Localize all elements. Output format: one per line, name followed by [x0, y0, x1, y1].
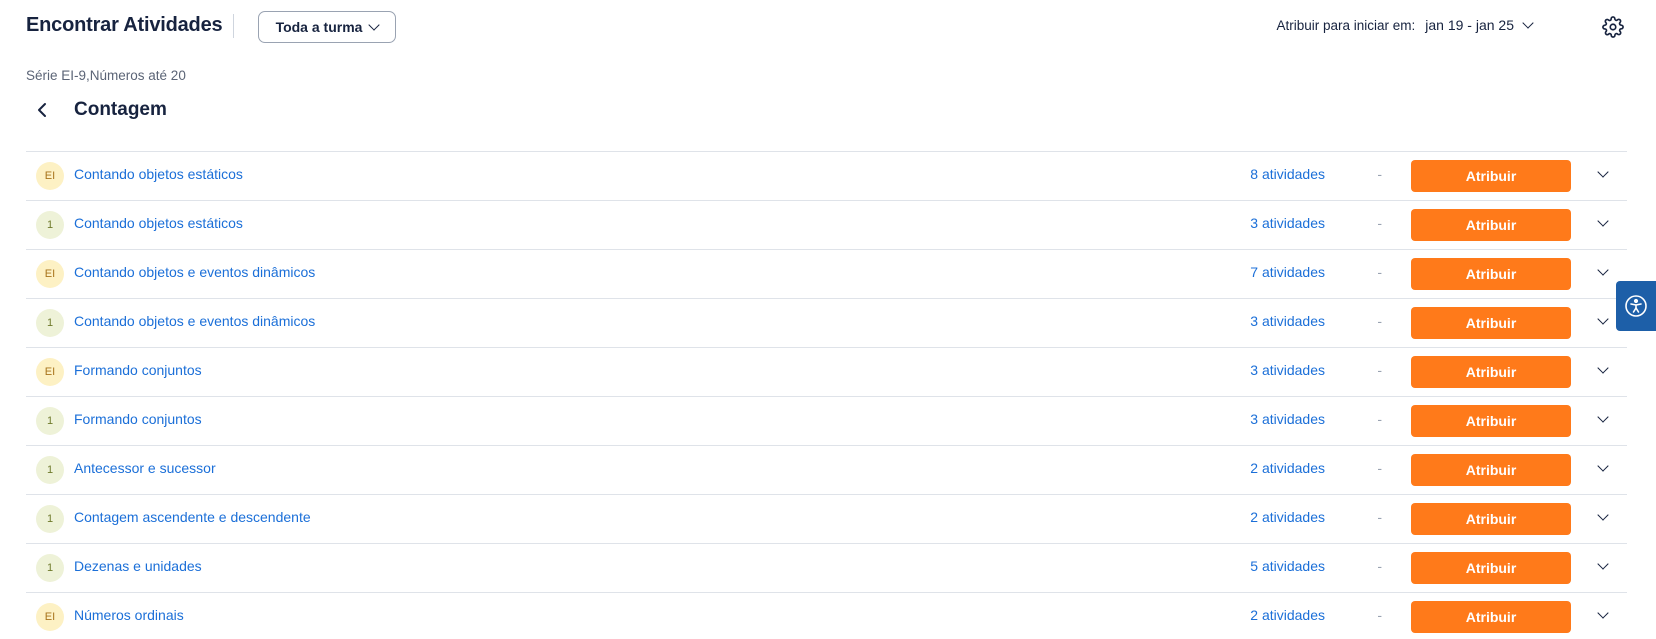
chevron-down-icon	[1597, 411, 1609, 423]
activity-list: EI Contando objetos estáticos 8 atividad…	[26, 151, 1627, 639]
app-title: Encontrar Atividades	[26, 14, 223, 36]
row-dash: -	[1377, 215, 1382, 231]
list-item: 1 Contagem ascendente e descendente 2 at…	[26, 495, 1627, 544]
topic-link[interactable]: Números ordinais	[74, 607, 184, 623]
chevron-down-icon	[368, 19, 381, 31]
level-badge: 1	[36, 456, 64, 484]
activity-count-link[interactable]: 5 atividades	[1250, 558, 1325, 574]
class-select-dropdown[interactable]: Toda a turma	[258, 11, 396, 43]
list-item: EI Contando objetos estáticos 8 atividad…	[26, 152, 1627, 201]
expand-toggle[interactable]	[1595, 362, 1611, 378]
chevron-down-icon	[1597, 509, 1609, 521]
expand-toggle[interactable]	[1595, 166, 1611, 182]
topic-link[interactable]: Contando objetos e eventos dinâmicos	[74, 313, 315, 329]
expand-toggle[interactable]	[1595, 264, 1611, 280]
topic-link[interactable]: Dezenas e unidades	[74, 558, 202, 574]
chevron-down-icon	[1597, 460, 1609, 472]
chevron-down-icon	[1597, 215, 1609, 227]
date-range-dropdown[interactable]: jan 19 - jan 25	[1425, 17, 1534, 33]
level-badge: EI	[36, 358, 64, 386]
row-dash: -	[1377, 166, 1382, 182]
row-dash: -	[1377, 362, 1382, 378]
date-range-value: jan 19 - jan 25	[1425, 17, 1514, 33]
page: Encontrar Atividades Toda a turma Atribu…	[0, 0, 1656, 639]
chevron-down-icon	[1597, 313, 1609, 325]
assign-button[interactable]: Atribuir	[1411, 356, 1571, 388]
assign-button[interactable]: Atribuir	[1411, 209, 1571, 241]
topic-link[interactable]: Formando conjuntos	[74, 411, 202, 427]
level-badge: 1	[36, 407, 64, 435]
list-item: 1 Formando conjuntos 3 atividades - Atri…	[26, 397, 1627, 446]
row-dash: -	[1377, 558, 1382, 574]
header-divider	[233, 14, 234, 38]
assign-start-label: Atribuir para iniciar em:	[1276, 17, 1416, 33]
activity-count-link[interactable]: 3 atividades	[1250, 411, 1325, 427]
topic-link[interactable]: Antecessor e sucessor	[74, 460, 216, 476]
expand-toggle[interactable]	[1595, 607, 1611, 623]
list-item: 1 Contando objetos e eventos dinâmicos 3…	[26, 299, 1627, 348]
row-dash: -	[1377, 509, 1382, 525]
activity-count-link[interactable]: 3 atividades	[1250, 362, 1325, 378]
row-dash: -	[1377, 460, 1382, 476]
list-item: 1 Antecessor e sucessor 2 atividades - A…	[26, 446, 1627, 495]
class-select-label: Toda a turma	[275, 19, 363, 35]
chevron-down-icon	[1597, 607, 1609, 619]
expand-toggle[interactable]	[1595, 215, 1611, 231]
assign-button[interactable]: Atribuir	[1411, 307, 1571, 339]
page-title: Contagem	[74, 99, 167, 120]
activity-count-link[interactable]: 7 atividades	[1250, 264, 1325, 280]
activity-count-link[interactable]: 2 atividades	[1250, 607, 1325, 623]
activity-count-link[interactable]: 2 atividades	[1250, 509, 1325, 525]
expand-toggle[interactable]	[1595, 411, 1611, 427]
expand-toggle[interactable]	[1595, 460, 1611, 476]
assign-start: Atribuir para iniciar em: jan 19 - jan 2…	[1276, 17, 1534, 33]
accessibility-icon	[1625, 295, 1647, 317]
level-badge: 1	[36, 505, 64, 533]
row-dash: -	[1377, 264, 1382, 280]
row-dash: -	[1377, 313, 1382, 329]
activity-count-link[interactable]: 8 atividades	[1250, 166, 1325, 182]
chevron-down-icon	[1597, 362, 1609, 374]
activity-count-link[interactable]: 3 atividades	[1250, 313, 1325, 329]
assign-button[interactable]: Atribuir	[1411, 503, 1571, 535]
accessibility-button[interactable]	[1616, 281, 1656, 331]
level-badge: 1	[36, 211, 64, 239]
list-item: 1 Dezenas e unidades 5 atividades - Atri…	[26, 544, 1627, 593]
activity-count-link[interactable]: 2 atividades	[1250, 460, 1325, 476]
level-badge: EI	[36, 603, 64, 631]
expand-toggle[interactable]	[1595, 509, 1611, 525]
activity-count-link[interactable]: 3 atividades	[1250, 215, 1325, 231]
chevron-down-icon	[1522, 17, 1534, 29]
assign-button[interactable]: Atribuir	[1411, 258, 1571, 290]
expand-toggle[interactable]	[1595, 558, 1611, 574]
level-badge: EI	[36, 260, 64, 288]
gear-icon[interactable]	[1602, 16, 1624, 38]
topic-link[interactable]: Contando objetos estáticos	[74, 166, 243, 182]
list-item: 1 Contando objetos estáticos 3 atividade…	[26, 201, 1627, 250]
row-dash: -	[1377, 411, 1382, 427]
chevron-down-icon	[1597, 264, 1609, 276]
chevron-left-icon[interactable]	[32, 100, 52, 120]
assign-button[interactable]: Atribuir	[1411, 405, 1571, 437]
topic-link[interactable]: Formando conjuntos	[74, 362, 202, 378]
list-item: EI Números ordinais 2 atividades - Atrib…	[26, 593, 1627, 639]
row-dash: -	[1377, 607, 1382, 623]
assign-button[interactable]: Atribuir	[1411, 160, 1571, 192]
topic-link[interactable]: Contando objetos estáticos	[74, 215, 243, 231]
assign-button[interactable]: Atribuir	[1411, 552, 1571, 584]
breadcrumb: Série EI-9,Números até 20	[26, 68, 186, 83]
header: Encontrar Atividades Toda a turma Atribu…	[0, 0, 1656, 54]
topic-link[interactable]: Contagem ascendente e descendente	[74, 509, 311, 525]
chevron-down-icon	[1597, 166, 1609, 178]
expand-toggle[interactable]	[1595, 313, 1611, 329]
chevron-down-icon	[1597, 558, 1609, 570]
level-badge: EI	[36, 162, 64, 190]
assign-button[interactable]: Atribuir	[1411, 454, 1571, 486]
assign-button[interactable]: Atribuir	[1411, 601, 1571, 633]
list-item: EI Contando objetos e eventos dinâmicos …	[26, 250, 1627, 299]
list-item: EI Formando conjuntos 3 atividades - Atr…	[26, 348, 1627, 397]
topic-link[interactable]: Contando objetos e eventos dinâmicos	[74, 264, 315, 280]
level-badge: 1	[36, 554, 64, 582]
level-badge: 1	[36, 309, 64, 337]
